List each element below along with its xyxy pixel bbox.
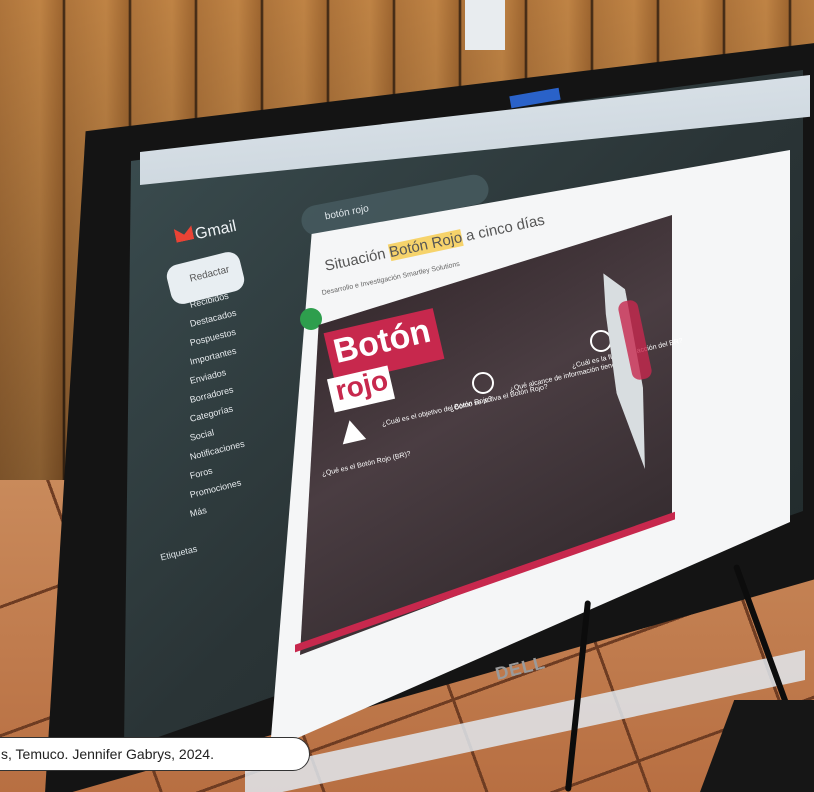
- compose-label: Redactar: [188, 264, 231, 285]
- photo-scene: Gmail Redactar botón rojo Recibidos Dest…: [0, 0, 814, 792]
- search-query: botón rojo: [323, 203, 370, 223]
- sidebar-item-more[interactable]: Más: [189, 496, 246, 519]
- photo-caption: s, Temuco. Jennifer Gabrys, 2024.: [0, 737, 310, 771]
- window-light: [465, 0, 505, 50]
- info-circle-icon: [472, 372, 494, 394]
- sidebar-nav: Recibidos Destacados Pospuestos Importan…: [189, 291, 246, 528]
- caption-text: s, Temuco. Jennifer Gabrys, 2024.: [1, 746, 214, 762]
